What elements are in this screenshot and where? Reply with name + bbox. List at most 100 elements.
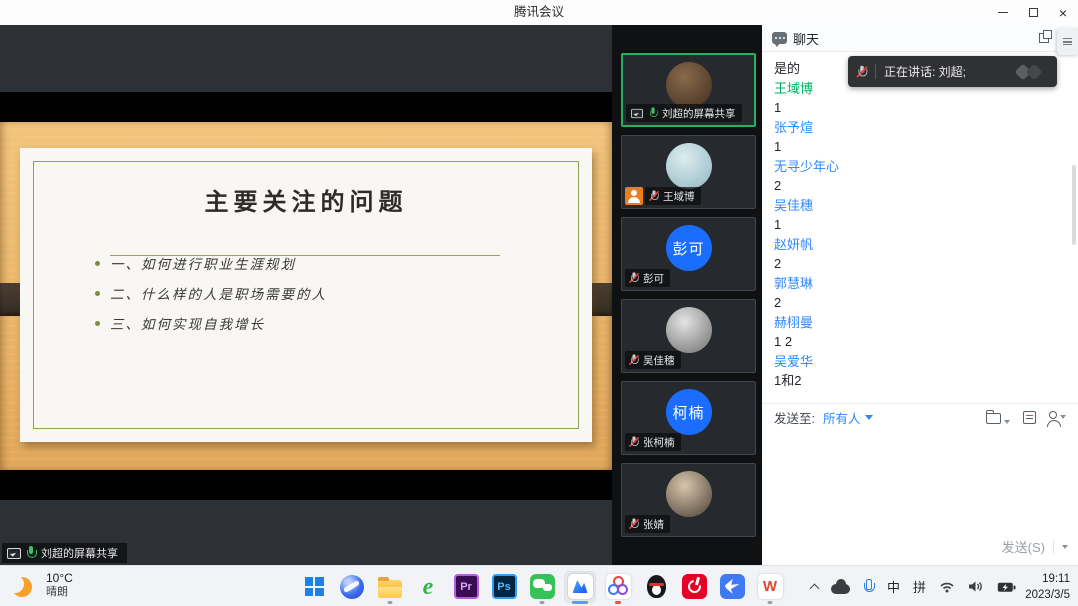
announcement-icon[interactable] xyxy=(1023,411,1036,424)
mic-muted-icon xyxy=(630,518,638,529)
restore-icon xyxy=(1029,8,1038,17)
participant-tile[interactable]: 王域博 xyxy=(621,135,756,209)
minimize-button[interactable] xyxy=(988,0,1018,25)
avatar xyxy=(666,143,712,189)
slide-background: 主要关注的问题 一、如何进行职业生涯规划二、什么样的人是职场需要的人三、如何实现… xyxy=(0,122,612,470)
participant-label: 刘超的屏幕共享 xyxy=(626,104,742,122)
taskbar-app-qq[interactable] xyxy=(640,571,672,603)
browser-icon xyxy=(340,575,364,599)
chat-message-text: 1 2 xyxy=(774,332,1066,352)
participant-tile[interactable]: 张婧 xyxy=(621,463,756,537)
popout-icon[interactable] xyxy=(1039,33,1049,43)
taskbar-app-wechat[interactable] xyxy=(526,571,558,603)
slide-bullet: 三、如何实现自我增长 xyxy=(95,308,562,338)
mic-on-icon xyxy=(649,107,657,118)
mic-muted-icon xyxy=(630,354,638,365)
avatar xyxy=(666,62,712,108)
chat-message-text: 2 xyxy=(774,176,1066,196)
weather-desc: 晴朗 xyxy=(46,586,73,600)
chat-sender-name: 赫栩曼 xyxy=(774,313,1066,333)
taskbar-app-browser[interactable] xyxy=(336,571,368,603)
taskbar-app-netease-music[interactable] xyxy=(678,571,710,603)
app-running-dot xyxy=(540,601,545,604)
send-to-dropdown[interactable]: 所有人 xyxy=(823,408,873,427)
chevron-down-icon xyxy=(1004,420,1010,424)
chat-sender-name: 无寻少年心 xyxy=(774,157,1066,177)
taskbar-app-rings[interactable] xyxy=(602,571,634,603)
chat-panel: 聊天 × 是的王域博1张予煊1无寻少年心2吴佳穗1赵妍帆2郭慧琳2赫栩曼1 2吴… xyxy=(762,25,1078,565)
app-running-dot xyxy=(615,601,621,604)
taskbar-app-photoshop[interactable]: Ps xyxy=(488,571,520,603)
taskbar-app-windows[interactable] xyxy=(298,571,330,603)
clock-time: 19:11 xyxy=(1025,572,1070,588)
taskbar-app-ie[interactable]: e xyxy=(412,571,444,603)
letterbox-band xyxy=(0,470,612,500)
slide-bullet-text: 三、如何实现自我增长 xyxy=(110,313,265,333)
chat-sender-name: 张予煊 xyxy=(774,118,1066,138)
sidebar-handle[interactable] xyxy=(1057,28,1078,55)
taskbar-app-thunder[interactable] xyxy=(716,571,748,603)
participant-tile[interactable]: 吴佳穗 xyxy=(621,299,756,373)
mic-on-icon xyxy=(26,546,36,560)
participant-tile[interactable]: 刘超的屏幕共享 xyxy=(621,53,756,127)
tray-expand-icon[interactable] xyxy=(810,584,820,594)
slide-paper: 主要关注的问题 一、如何进行职业生涯规划二、什么样的人是职场需要的人三、如何实现… xyxy=(20,148,592,442)
chat-input[interactable] xyxy=(762,430,1078,538)
titlebar: 腾讯会议 × xyxy=(0,0,1078,25)
folder-icon xyxy=(986,413,1001,424)
shared-screen-stage: 主要关注的问题 一、如何进行职业生涯规划二、什么样的人是职场需要的人三、如何实现… xyxy=(0,25,612,565)
taskbar-app-premiere[interactable]: Pr xyxy=(450,571,482,603)
send-to-label: 发送至: xyxy=(774,408,815,427)
chat-message-text: 2 xyxy=(774,254,1066,274)
taskbar: 10°C 晴朗 e Pr Ps W 中 拼 19:11 2023/3/5 xyxy=(0,565,1078,606)
window-controls: × xyxy=(988,0,1078,25)
send-to-value: 所有人 xyxy=(823,408,861,427)
wifi-icon[interactable] xyxy=(939,581,955,593)
restore-button[interactable] xyxy=(1018,0,1048,25)
letterbox-band xyxy=(0,92,612,122)
system-tray: 中 拼 xyxy=(811,566,1016,606)
taskbar-app-explorer[interactable] xyxy=(374,571,406,603)
microphone-tray-icon[interactable] xyxy=(863,579,874,594)
send-options-chevron-icon[interactable] xyxy=(1062,545,1068,549)
participant-name: 张柯楠 xyxy=(643,435,675,450)
participant-tile[interactable]: 彭可彭可 xyxy=(621,217,756,291)
chat-header: 聊天 × xyxy=(762,25,1078,52)
screen-share-icon xyxy=(631,108,643,117)
mention-button[interactable] xyxy=(1049,415,1066,419)
ime-pinyin-indicator[interactable]: 拼 xyxy=(913,577,926,596)
participant-tile[interactable]: 柯楠张柯楠 xyxy=(621,381,756,455)
active-app-indicator xyxy=(572,601,588,604)
taskbar-app-meeting[interactable] xyxy=(564,571,596,603)
participant-label: 张婧 xyxy=(625,515,670,533)
avatar xyxy=(666,471,712,517)
battery-icon[interactable] xyxy=(997,581,1016,593)
taskbar-clock[interactable]: 19:11 2023/3/5 xyxy=(1025,572,1070,603)
send-file-button[interactable] xyxy=(986,410,1010,424)
chat-sender-name: 吴爱华 xyxy=(774,352,1066,372)
person-icon xyxy=(1049,411,1057,419)
photoshop-icon: Ps xyxy=(492,574,517,599)
mic-muted-icon xyxy=(630,436,638,447)
mic-muted-icon xyxy=(630,272,638,283)
participant-strip: 刘超的屏幕共享王域博彭可彭可吴佳穗柯楠张柯楠张婧 xyxy=(612,25,762,565)
cloud-tray-icon[interactable] xyxy=(831,584,850,594)
avatar: 彭可 xyxy=(666,225,712,271)
chat-sender-name: 郭慧琳 xyxy=(774,274,1066,294)
thunder-icon xyxy=(720,574,745,599)
close-button[interactable]: × xyxy=(1048,0,1078,25)
participant-label: 彭可 xyxy=(625,269,670,287)
avatar: 柯楠 xyxy=(666,389,712,435)
send-button[interactable]: 发送(S) xyxy=(1002,537,1045,556)
slide-bullet: 一、如何进行职业生涯规划 xyxy=(95,248,562,278)
speaking-toast-text: 正在讲话: 刘超; xyxy=(884,63,966,80)
mic-muted-icon xyxy=(858,65,867,78)
speaker-icon[interactable] xyxy=(968,580,984,593)
screen-share-icon xyxy=(7,548,21,559)
chat-scrollbar[interactable] xyxy=(1072,165,1076,245)
weather-widget[interactable]: 10°C 晴朗 xyxy=(14,571,73,600)
ime-language-indicator[interactable]: 中 xyxy=(887,577,900,596)
premiere-icon: Pr xyxy=(454,574,479,599)
taskbar-app-wps[interactable]: W xyxy=(754,571,786,603)
rings-app-icon xyxy=(606,574,631,599)
